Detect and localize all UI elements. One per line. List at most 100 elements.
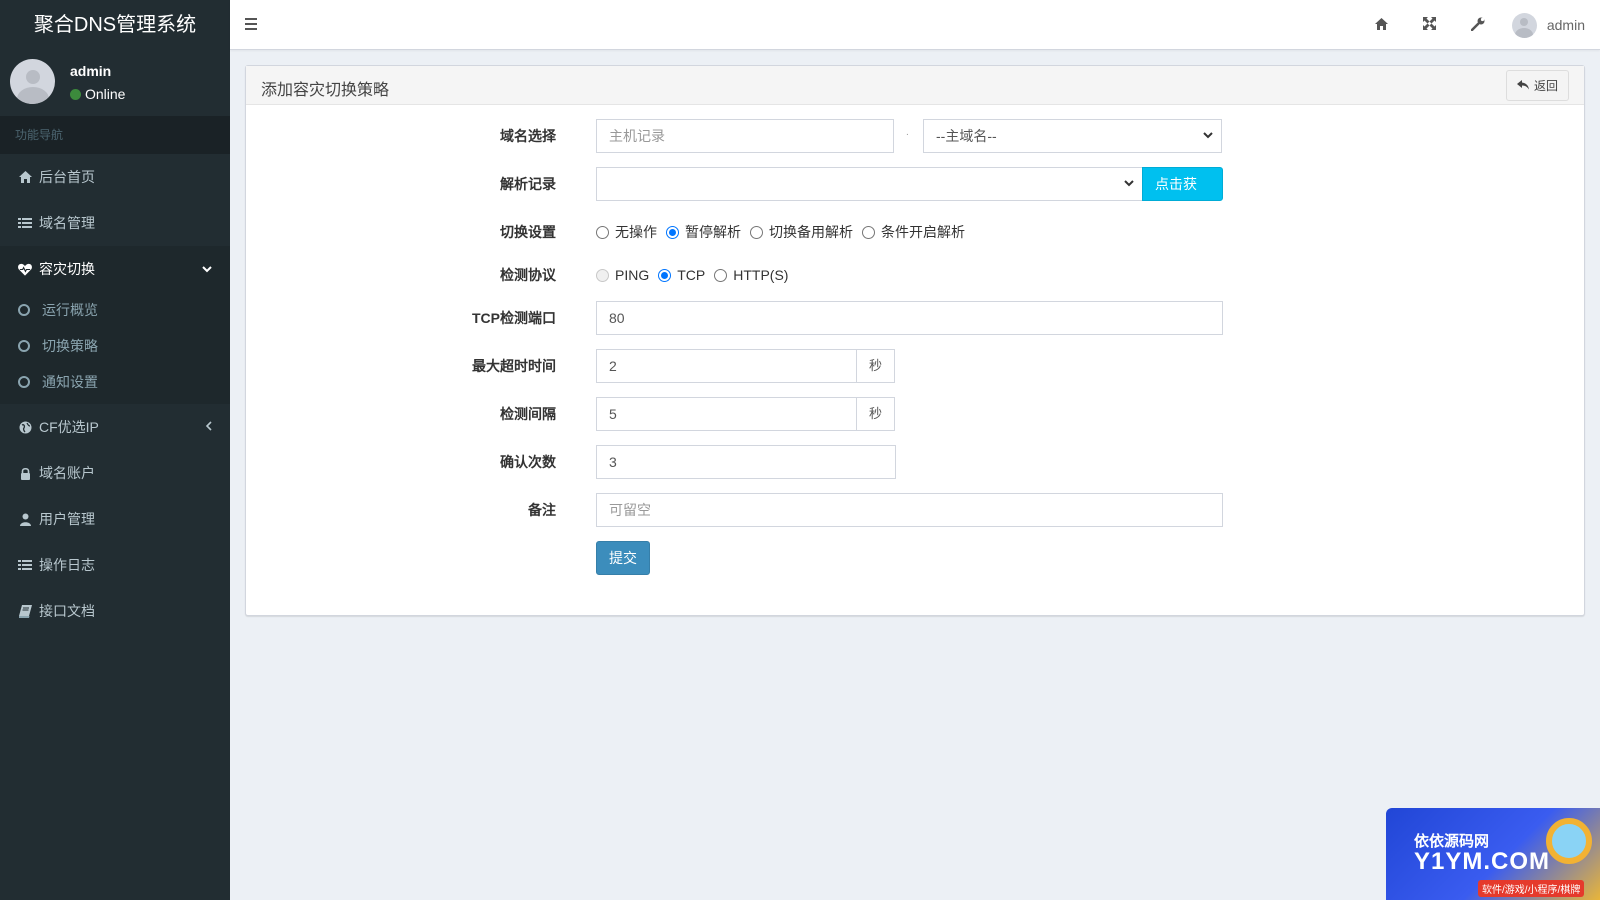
- radio-label: 条件开启解析: [881, 224, 965, 240]
- top-icons: admin: [1358, 0, 1600, 50]
- form-row-submit: 提交: [246, 541, 1584, 575]
- user-name: admin: [70, 63, 112, 79]
- sidebar: 聚合DNS管理系统 admin Online 功能导航 后台首页 域名管理 容灾…: [0, 0, 230, 900]
- sidebar-item-label: 容灾切换: [39, 261, 95, 277]
- lock-icon: [18, 466, 32, 480]
- page-title: 添加容灾切换策略: [261, 82, 390, 99]
- sidebar-subitem-switch-policy[interactable]: 切换策略: [0, 328, 230, 364]
- watermark-line2: Y1YM.COM: [1414, 848, 1551, 875]
- sidebar-item-domains[interactable]: 域名管理: [0, 200, 230, 246]
- sidebar-item-api-docs[interactable]: 接口文档: [0, 588, 230, 634]
- form-row-tcp-port: TCP检测端口 80: [246, 301, 1584, 335]
- domain-label: 域名选择: [500, 128, 556, 144]
- domain-separator: .: [906, 127, 909, 138]
- add-strategy-form-box: 添加容灾切换策略 返回 域名选择 主机记录 . --主域名-- 解析记录 点击获…: [245, 65, 1585, 616]
- record-select[interactable]: [596, 167, 1143, 201]
- user-icon: [18, 512, 32, 526]
- user-status: Online: [70, 86, 125, 102]
- protocol-radio-group: PING TCP HTTP(S): [596, 258, 797, 292]
- sidebar-item-home[interactable]: 后台首页: [0, 154, 230, 200]
- interval-input[interactable]: 5: [596, 397, 857, 431]
- radio-circle: [596, 225, 609, 239]
- book-icon: [18, 604, 32, 618]
- watermark-badge: 依依源码网 Y1YM.COM 软件/游戏/小程序/棋牌: [1386, 808, 1600, 900]
- confirm-count-input[interactable]: 3: [596, 445, 896, 479]
- radio-switch-backup[interactable]: 切换备用解析: [750, 222, 853, 242]
- radio-label: TCP: [677, 267, 706, 283]
- chevron-down-icon: [1124, 168, 1134, 200]
- globe-icon: [18, 420, 32, 434]
- home-button[interactable]: [1358, 0, 1406, 50]
- interval-unit: 秒: [856, 397, 895, 431]
- radio-circle-checked: [666, 225, 679, 239]
- host-record-input[interactable]: 主机记录: [596, 119, 894, 153]
- sidebar-subitem-label: 通知设置: [42, 374, 98, 390]
- sidebar-item-label: 用户管理: [39, 511, 95, 527]
- sidebar-item-label: 接口文档: [39, 603, 95, 619]
- submit-button[interactable]: 提交: [596, 541, 650, 575]
- back-button-label: 返回: [1533, 79, 1558, 93]
- box-header: 添加容灾切换策略 返回: [246, 66, 1584, 105]
- sidebar-subitem-overview[interactable]: 运行概览: [0, 292, 230, 328]
- chevron-down-icon: [1203, 120, 1213, 152]
- radio-no-action[interactable]: 无操作: [596, 222, 657, 242]
- record-label: 解析记录: [500, 176, 556, 192]
- timeout-unit: 秒: [856, 349, 895, 383]
- sidebar-subitem-label: 切换策略: [42, 338, 98, 354]
- radio-tcp[interactable]: TCP: [658, 267, 705, 283]
- radio-circle: [750, 225, 763, 239]
- sidebar-item-label: CF优选IP: [39, 419, 99, 435]
- form-row-switch-setting: 切换设置 无操作 暂停解析 切换备用解析 条件开启解析: [246, 215, 1584, 249]
- interval-label: 检测间隔: [500, 406, 556, 422]
- radio-label: PING: [615, 267, 650, 283]
- protocol-label: 检测协议: [500, 267, 556, 283]
- watermark-line3: 软件/游戏/小程序/棋牌: [1478, 880, 1585, 897]
- sidebar-toggle-icon[interactable]: [245, 18, 257, 30]
- tcp-port-label: TCP检测端口: [472, 310, 556, 326]
- sidebar-item-label: 操作日志: [39, 557, 95, 573]
- remark-label: 备注: [528, 502, 556, 518]
- submenu-disaster-recovery: 运行概览 切换策略 通知设置: [0, 292, 230, 404]
- user-status-text: Online: [85, 86, 126, 102]
- settings-button[interactable]: [1454, 0, 1502, 50]
- radio-conditional-enable[interactable]: 条件开启解析: [862, 222, 965, 242]
- sidebar-item-logs[interactable]: 操作日志: [0, 542, 230, 588]
- confirm-count-label: 确认次数: [500, 454, 556, 470]
- sidebar-item-users[interactable]: 用户管理: [0, 496, 230, 542]
- timeout-input[interactable]: 2: [596, 349, 857, 383]
- timeout-label: 最大超时时间: [472, 358, 556, 374]
- top-user-name: admin: [1546, 17, 1585, 33]
- home-icon: [1375, 17, 1389, 33]
- form-row-interval: 检测间隔 5 秒: [246, 397, 1584, 431]
- main-domain-select[interactable]: --主域名--: [923, 119, 1222, 153]
- home-icon: [18, 170, 32, 184]
- back-button[interactable]: 返回: [1505, 70, 1569, 101]
- sidebar-item-disaster-recovery[interactable]: 容灾切换: [0, 246, 230, 292]
- radio-https[interactable]: HTTP(S): [714, 267, 788, 283]
- circle-icon: [18, 376, 30, 388]
- remark-input[interactable]: 可留空: [596, 493, 1223, 527]
- radio-circle: [714, 268, 728, 282]
- form-row-timeout: 最大超时时间 2 秒: [246, 349, 1584, 383]
- chevron-left-icon: [205, 420, 212, 434]
- app-logo-title[interactable]: 聚合DNS管理系统: [0, 0, 230, 50]
- fullscreen-button[interactable]: [1406, 0, 1454, 50]
- radio-ping: PING: [596, 267, 649, 283]
- top-user-menu[interactable]: admin: [1502, 0, 1600, 50]
- fetch-records-button[interactable]: 点击获取: [1142, 167, 1223, 224]
- switch-setting-radio-group: 无操作 暂停解析 切换备用解析 条件开启解析: [596, 215, 974, 249]
- sidebar-subitem-notify-settings[interactable]: 通知设置: [0, 364, 230, 400]
- tcp-port-input[interactable]: 80: [596, 301, 1223, 335]
- radio-pause-resolve[interactable]: 暂停解析: [666, 222, 741, 242]
- circle-icon: [18, 340, 30, 352]
- sidebar-item-cf-ip[interactable]: CF优选IP: [0, 404, 230, 450]
- heartbeat-icon: [18, 262, 32, 276]
- list-icon: [18, 558, 32, 572]
- radio-circle: [862, 225, 875, 239]
- sidebar-item-label: 后台首页: [39, 169, 95, 185]
- top-navbar: admin: [230, 0, 1600, 50]
- top-user-avatar: [1511, 12, 1537, 38]
- sidebar-item-domain-accounts[interactable]: 域名账户: [0, 450, 230, 496]
- radio-label: 无操作: [615, 224, 657, 240]
- circle-icon: [18, 304, 30, 316]
